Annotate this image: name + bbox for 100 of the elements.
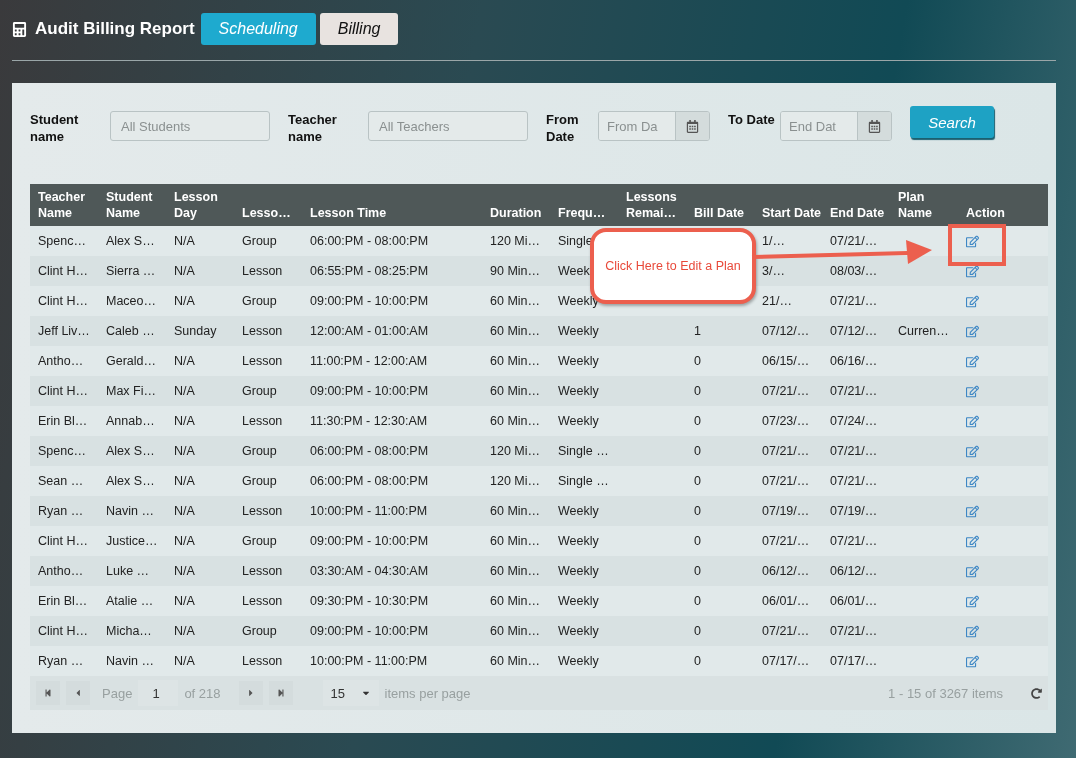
table-cell-text: Weekly <box>557 293 600 310</box>
table-cell-text: N/A <box>173 593 196 610</box>
previous-page-icon[interactable] <box>66 681 90 705</box>
text-field[interactable]: All Students <box>110 111 270 141</box>
table-cell-text: 11:00:PM - 12:00:AM <box>309 353 429 370</box>
edit-icon[interactable] <box>966 324 979 338</box>
table-cell-text: 06:00:PM - 08:00:PM <box>309 473 430 490</box>
edit-icon[interactable] <box>966 534 979 548</box>
calendar-icon[interactable] <box>675 112 709 140</box>
edit-icon[interactable] <box>966 294 979 308</box>
edit-icon[interactable] <box>966 504 979 518</box>
filter-label: From Date <box>546 111 580 145</box>
table-cell-text: Weekly <box>557 533 600 550</box>
table-cell-text: N/A <box>173 263 196 280</box>
page-input[interactable]: 1 <box>138 680 179 706</box>
table-cell-text: Clint H… <box>37 623 89 640</box>
table-cell-text: Navin … <box>105 503 155 520</box>
table-cell-text: Alex S… <box>105 443 156 460</box>
filter-label: To Date <box>728 111 776 128</box>
text-field[interactable]: All Teachers <box>368 111 528 141</box>
table-cell-text: 60 Min… <box>489 533 542 550</box>
edit-icon[interactable] <box>966 564 979 578</box>
table-cell-text: 09:00:PM - 10:00:PM <box>309 533 430 550</box>
table-cell-text: Group <box>241 293 278 310</box>
edit-icon[interactable] <box>966 624 979 638</box>
table-cell-text: Sierra … <box>105 263 157 280</box>
edit-icon[interactable] <box>966 234 979 248</box>
edit-icon[interactable] <box>966 444 979 458</box>
page-count: of 218 <box>184 685 221 701</box>
table-cell-text: 07/21/… <box>829 533 879 550</box>
table-cell-text: Single <box>557 233 594 250</box>
calendar-icon[interactable] <box>857 112 891 140</box>
table-cell-text: 60 Min… <box>489 593 542 610</box>
table-cell-text: 60 Min… <box>489 293 542 310</box>
table-cell-text: Weekly <box>557 593 600 610</box>
table-cell-text: 0 <box>693 443 702 460</box>
edit-icon[interactable] <box>966 384 979 398</box>
page-size-select[interactable]: 15 <box>322 680 379 706</box>
table-cell-text: 07/21/… <box>829 443 879 460</box>
column-header: Start Date <box>754 184 822 226</box>
column-header: End Date <box>822 184 890 226</box>
date-field[interactable]: End Dat <box>780 111 892 141</box>
table-cell-text: N/A <box>173 353 196 370</box>
items-per-page-label: items per page <box>384 685 471 701</box>
table-cell-text: Single … <box>557 443 610 460</box>
table-cell-text: 07/19/… <box>761 503 811 520</box>
table-cell-text: Antho… <box>37 353 85 370</box>
table-cell-text: N/A <box>173 563 196 580</box>
refresh-icon[interactable] <box>1031 687 1042 699</box>
table-cell-text: 1/… <box>761 233 786 250</box>
table-cell-text: Lesson <box>241 563 284 580</box>
table-cell-text: Annab… <box>105 413 156 430</box>
table-cell-text: 06/12/… <box>829 563 879 580</box>
table-cell-text: 120 Mi… <box>489 473 542 490</box>
table-cell-text: Ryan … <box>37 653 85 670</box>
date-field[interactable]: From Da <box>598 111 710 141</box>
edit-icon[interactable] <box>966 654 979 668</box>
table-cell-text: Lesson <box>241 653 284 670</box>
table-cell-text: 10:00:PM - 11:00:PM <box>309 653 429 670</box>
table-cell-text: 120 Mi… <box>489 233 542 250</box>
table-cell-text: N/A <box>173 443 196 460</box>
filter-label: Teacher name <box>288 111 338 145</box>
first-page-icon[interactable] <box>36 681 60 705</box>
table-cell-text: 0 <box>693 563 702 580</box>
table-cell-text: 07/21/… <box>761 443 811 460</box>
table-cell-text: Caleb … <box>105 323 156 340</box>
column-header: Teacher Name <box>30 184 98 226</box>
table-cell-text: 60 Min… <box>489 653 542 670</box>
table-cell-text: Lesson <box>241 503 284 520</box>
table-cell-text: Alex S… <box>105 473 156 490</box>
last-page-icon[interactable] <box>268 681 293 705</box>
table-cell-text: Sunday <box>173 323 218 340</box>
table-cell-text: Weekly <box>557 323 600 340</box>
table-cell-text: 0 <box>693 533 702 550</box>
table-cell-text: Group <box>241 443 278 460</box>
table-cell-text: Group <box>241 533 278 550</box>
table-cell-text: 08/03/… <box>829 263 879 280</box>
table-cell-text: Curren… <box>897 323 950 340</box>
edit-icon[interactable] <box>966 474 979 488</box>
highlight-frame <box>948 224 1006 266</box>
table-cell-text: 07/21/… <box>761 473 811 490</box>
table-cell-text: Navin … <box>105 653 155 670</box>
table-cell-text: 09:00:PM - 10:00:PM <box>309 293 430 310</box>
column-header: Duration <box>482 184 550 226</box>
calculator-icon <box>12 21 27 37</box>
edit-icon[interactable] <box>966 264 979 278</box>
table-cell-text: 10:00:PM - 11:00:PM <box>309 503 429 520</box>
table-cell-text: 0 <box>693 653 702 670</box>
table-cell-text: 1 <box>693 323 702 340</box>
table-cell-text: 3/… <box>761 263 786 280</box>
edit-icon[interactable] <box>966 414 979 428</box>
table-cell-text: 07/21/… <box>829 473 879 490</box>
table-cell-text: Weekly <box>557 623 600 640</box>
edit-icon[interactable] <box>966 594 979 608</box>
table-cell-text: Lesson <box>241 263 284 280</box>
edit-icon[interactable] <box>966 354 979 368</box>
tab[interactable]: Billing <box>319 13 399 45</box>
table-cell-text: N/A <box>173 383 196 400</box>
table-cell-text: Erin Bl… <box>37 413 89 430</box>
table-cell-text: Clint H… <box>37 263 89 280</box>
